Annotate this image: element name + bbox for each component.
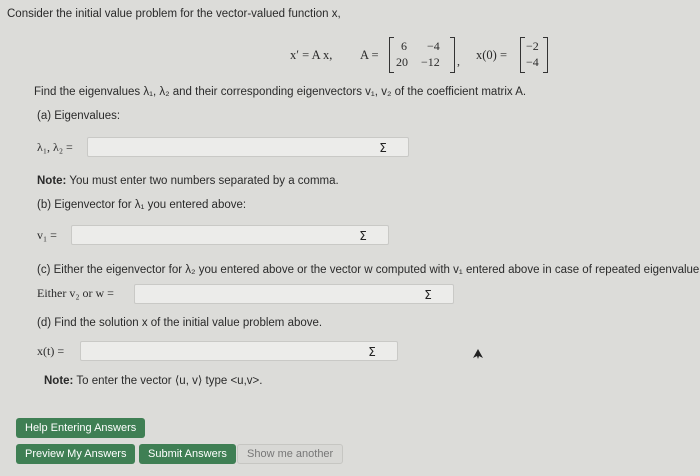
part-c-heading: (c) Either the eigenvector for λ₂ you en… xyxy=(37,264,700,276)
equation-editor-icon[interactable]: Σ xyxy=(365,345,379,359)
preview-answers-button[interactable]: Preview My Answers xyxy=(16,444,136,464)
note-label: Note: xyxy=(37,175,67,187)
ic-vector-cell: −4 xyxy=(526,55,539,69)
task-statement: Find the eigenvalues λ₁, λ₂ and their co… xyxy=(34,86,527,98)
equation-editor-icon[interactable]: Σ xyxy=(421,288,435,302)
submit-answers-button[interactable]: Submit Answers xyxy=(139,444,236,464)
eigenvector-2-label: Either v₂ or w = xyxy=(37,286,114,300)
ode-equation: x′ = A x, xyxy=(290,48,333,62)
eigenvector-2-input[interactable]: Σ xyxy=(134,284,454,304)
matrix-a-cell: −4 xyxy=(427,39,440,53)
equation-editor-icon[interactable]: Σ xyxy=(356,229,370,243)
help-entering-answers-button[interactable]: Help Entering Answers xyxy=(16,418,146,438)
part-a-note: Note: You must enter two numbers separat… xyxy=(37,175,339,187)
matrix-a-cell: −12 xyxy=(421,55,440,69)
eigenvalues-input[interactable]: Σ xyxy=(87,137,409,157)
matrix-a-cell: 6 xyxy=(401,39,407,53)
equation-editor-icon[interactable]: Σ xyxy=(376,141,390,155)
part-d-heading: (d) Find the solution x of the initial v… xyxy=(37,317,323,329)
mouse-cursor-icon xyxy=(473,349,483,359)
eigenvector-1-input[interactable]: Σ xyxy=(71,225,389,245)
note-label: Note: xyxy=(44,375,74,387)
eigenvector-1-label: v₁ = xyxy=(37,228,57,242)
note-text: To enter the vector ⟨u, v⟩ type <u,v>. xyxy=(73,375,263,387)
initial-condition-label: x(0) = xyxy=(476,48,507,62)
show-another-button[interactable]: Show me another xyxy=(237,444,344,464)
matrix-a-cell: 20 xyxy=(396,55,408,69)
part-a-heading: (a) Eigenvalues: xyxy=(37,110,121,122)
note-text: You must enter two numbers separated by … xyxy=(66,175,339,187)
solution-input[interactable]: Σ xyxy=(80,341,398,361)
problem-intro: Consider the initial value problem for t… xyxy=(7,8,341,20)
equation-comma: , xyxy=(457,54,460,68)
part-b-heading: (b) Eigenvector for λ₁ you entered above… xyxy=(37,199,247,211)
matrix-a: 6 −4 20 −12 xyxy=(389,37,455,73)
solution-label: x(t) = xyxy=(37,344,65,358)
eigenvalues-label: λ₁, λ₂ = xyxy=(37,140,73,154)
matrix-a-label: A = xyxy=(360,48,379,62)
initial-condition-vector: −2 −4 xyxy=(520,37,548,73)
part-d-note: Note: To enter the vector ⟨u, v⟩ type <u… xyxy=(44,373,262,387)
ic-vector-cell: −2 xyxy=(526,39,539,53)
